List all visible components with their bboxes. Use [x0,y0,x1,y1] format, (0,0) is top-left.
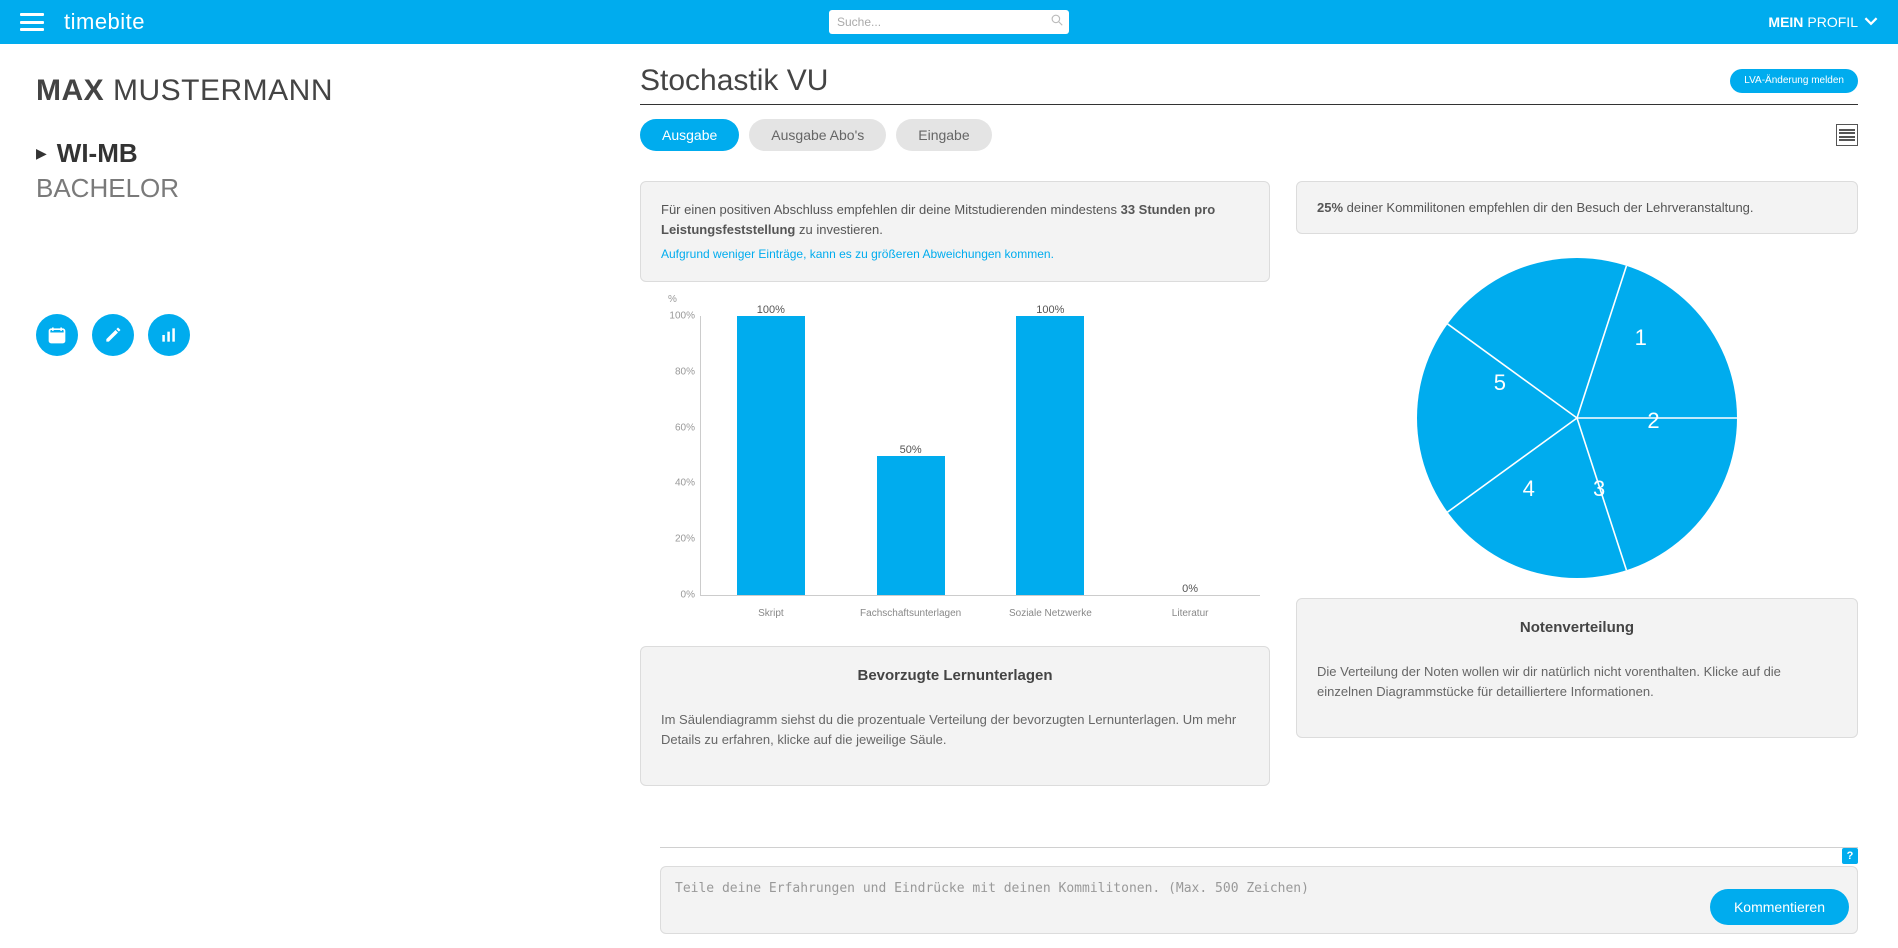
course-title: Stochastik VU [640,64,828,98]
tab-ausgabe[interactable]: Ausgabe [640,119,739,151]
profile-menu[interactable]: MEIN PROFIL [1768,14,1878,31]
study-row[interactable]: ▶ WI-MB [36,138,640,169]
bar-desc-text: Im Säulendiagramm siehst du die prozentu… [661,710,1249,749]
menu-icon[interactable] [20,13,44,31]
info-note[interactable]: Aufgrund weniger Einträge, kann es zu gr… [661,245,1249,263]
comment-bar: Kommentieren [660,866,1858,934]
plot-area: 0% 20% 40% 60% 80% 100% 100% Skript [700,316,1260,596]
study-code: WI-MB [57,138,138,169]
pie[interactable]: 1 2 3 4 5 [1417,258,1737,578]
search-icon[interactable] [1051,14,1063,29]
bar-desc-title: Bevorzugte Lernunterlagen [661,667,1249,684]
calendar-button[interactable] [36,314,78,356]
bar-skript[interactable]: 100% Skript [701,316,841,595]
pie-slice-label: 3 [1593,476,1605,502]
pie-slice-label: 1 [1635,325,1647,351]
pie-desc-text: Die Verteilung der Noten wollen wir dir … [1317,662,1837,701]
help-icon[interactable]: ? [1842,848,1858,864]
bar-fachschaft[interactable]: 50% Fachschaftsunterlagen [841,316,981,595]
bar-literatur[interactable]: 0% Literatur [1120,316,1260,595]
bar-chart: % 0% 20% 40% 60% 80% 100% 100% Skript [640,296,1270,636]
user-name: MAX MUSTERMANN [36,74,640,108]
info-pre: Für einen positiven Abschluss empfehlen … [661,202,1121,217]
search-wrap [829,10,1069,34]
bar-value-label: 100% [701,304,841,316]
user-first: MAX [36,74,104,107]
bar-soziale[interactable]: 100% Soziale Netzwerke [981,316,1121,595]
app-logo[interactable]: timebite [64,9,145,35]
tab-abos[interactable]: Ausgabe Abo's [749,119,886,151]
tab-eingabe[interactable]: Eingabe [896,119,991,151]
ytick: 20% [661,534,695,545]
pie-slice-label: 2 [1647,408,1659,434]
info-box-hours: Für einen positiven Abschluss empfehlen … [640,181,1270,282]
bar-category: Skript [701,608,841,619]
main-content: Stochastik VU LVA-Änderung melden Ausgab… [640,44,1898,948]
recommend-percent: 25% [1317,200,1343,215]
bar-desc-box: Bevorzugte Lernunterlagen Im Säulendiagr… [640,646,1270,786]
bar-value-label: 0% [1120,583,1260,595]
pie-desc-box: Notenverteilung Die Verteilung der Noten… [1296,598,1858,738]
ytick: 0% [661,590,695,601]
ytick: 60% [661,422,695,433]
bar-category: Soziale Netzwerke [981,608,1121,619]
triangle-right-icon: ▶ [36,145,47,162]
bar-value-label: 100% [981,304,1121,316]
bar-category: Literatur [1120,608,1260,619]
info-post: zu investieren. [799,222,883,237]
chevron-down-icon [1864,14,1878,31]
ytick: 40% [661,478,695,489]
y-axis-label: % [668,294,677,305]
sidebar: MAX MUSTERMANN ▶ WI-MB BACHELOR [0,44,640,948]
stats-button[interactable] [148,314,190,356]
report-change-button[interactable]: LVA-Änderung melden [1730,69,1858,93]
comment-input[interactable] [669,875,1710,925]
pie-slice-label: 4 [1523,476,1535,502]
top-header: timebite MEIN PROFIL [0,0,1898,44]
divider [660,847,1858,848]
edit-button[interactable] [92,314,134,356]
profile-label-light: PROFIL [1807,14,1858,30]
ytick: 100% [661,311,695,322]
recommend-text: deiner Kommilitonen empfehlen dir den Be… [1347,200,1754,215]
bar-value-label: 50% [841,444,981,456]
profile-label-bold: MEIN [1768,14,1803,30]
user-last: MUSTERMANN [113,74,333,107]
degree-label: BACHELOR [36,173,640,204]
pie-chart: 1 2 3 4 5 [1296,248,1858,588]
comment-button[interactable]: Kommentieren [1710,889,1849,925]
bar-category: Fachschaftsunterlagen [841,608,981,619]
list-view-icon[interactable] [1836,124,1858,146]
pie-desc-title: Notenverteilung [1317,619,1837,636]
pie-slice-label: 5 [1494,370,1506,396]
ytick: 80% [661,366,695,377]
search-input[interactable] [829,10,1069,34]
info-box-recommend: 25% deiner Kommilitonen empfehlen dir de… [1296,181,1858,234]
